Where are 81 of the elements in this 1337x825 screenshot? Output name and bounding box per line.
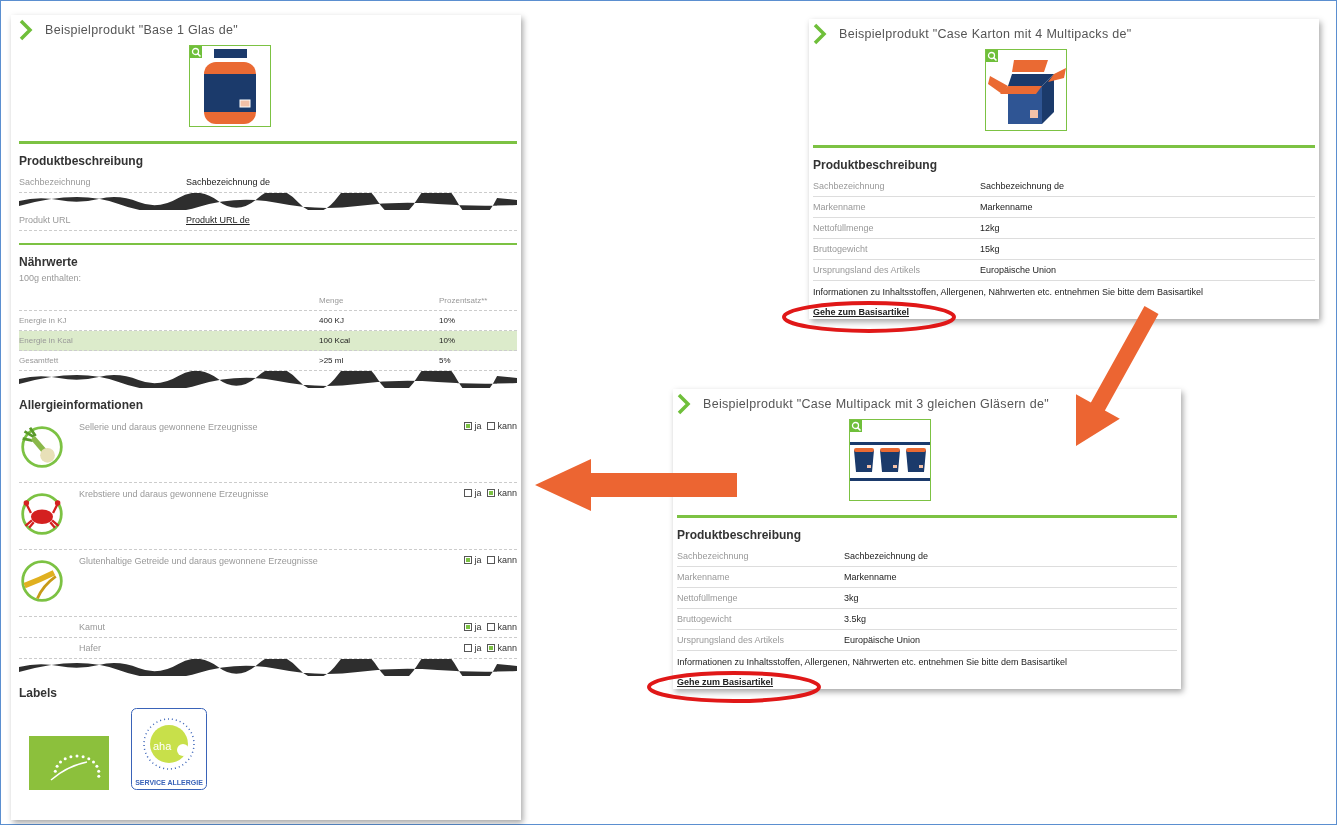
- table-cell-text: Energie in Kcal: [19, 336, 74, 345]
- allergen-label: Sellerie und daraus gewonnene Erzeugnisse: [79, 421, 259, 434]
- checkbox[interactable]: [487, 556, 496, 564]
- checkbox-label: kann: [497, 555, 517, 565]
- checkbox[interactable]: [464, 422, 473, 430]
- table-cell-text: >25 ml: [319, 356, 345, 365]
- field-value: Markenname: [844, 572, 898, 582]
- checkbox-label: ja: [474, 488, 482, 498]
- chevron-icon: [677, 393, 691, 415]
- checkbox[interactable]: [487, 422, 496, 430]
- nutrition-note: 100g enthalten:: [19, 273, 83, 283]
- allergen-label: Kamut: [79, 622, 106, 632]
- table-cell-text: 10%: [439, 336, 456, 345]
- checkbox-label: ja: [474, 622, 482, 632]
- allergen-label: Glutenhaltige Getreide und daraus gewonnene Erzeugnisse: [79, 555, 319, 568]
- column-header: Prozentsatz**: [439, 296, 489, 305]
- field-label: Sachbezeichnung: [19, 177, 92, 187]
- field-value: Sachbezeichnung de: [186, 177, 272, 187]
- field-value: Sachbezeichnung de: [844, 551, 930, 561]
- section-heading: Produktbeschreibung: [677, 528, 802, 542]
- table-cell-text: 100 Kcal: [319, 336, 352, 345]
- base-article-link[interactable]: Gehe zum Basisartikel: [813, 307, 910, 317]
- checkbox-label: kann: [497, 643, 517, 653]
- info-text: Informationen zu Inhaltsstoffen, Allergenen, Nährwerten etc. entnehmen Sie bitte dem Basisartikel: [813, 287, 1205, 297]
- field-value: Markenname: [980, 202, 1034, 212]
- product-title: Beispielprodukt "Case Multipack mit 3 gleichen Gläsern de": [703, 397, 1049, 411]
- checkbox[interactable]: [487, 623, 496, 631]
- field-value: 3kg: [844, 593, 860, 603]
- wheat-icon: [19, 558, 65, 604]
- field-label: Markenname: [677, 572, 731, 582]
- field-label: Sachbezeichnung: [677, 551, 750, 561]
- chevron-icon: [813, 23, 827, 45]
- logo-text: aha: [153, 740, 172, 752]
- table-cell-text: 5%: [439, 356, 452, 365]
- field-label: Ursprungsland des Artikels: [813, 265, 922, 275]
- chevron-icon: [19, 19, 33, 41]
- checkbox[interactable]: [464, 623, 473, 631]
- field-value: Sachbezeichnung de: [980, 181, 1066, 191]
- checkbox[interactable]: [464, 556, 473, 564]
- column-header: Menge: [319, 296, 345, 305]
- section-heading: Produktbeschreibung: [813, 158, 938, 172]
- checkbox-label: ja: [474, 421, 482, 431]
- field-label: Bruttogewicht: [813, 244, 869, 254]
- url-link[interactable]: Produkt URL de: [186, 215, 517, 225]
- checkbox-label: kann: [497, 421, 517, 431]
- table-cell-text: 400 KJ: [319, 316, 345, 325]
- field-value: 15kg: [980, 244, 1001, 254]
- section-heading: Produktbeschreibung: [19, 154, 144, 168]
- field-label: Markenname: [813, 202, 867, 212]
- table-cell-text: Gesamtfett: [19, 356, 60, 365]
- celery-icon: [19, 424, 65, 470]
- checkbox[interactable]: [487, 489, 496, 497]
- section-heading: Allergieinformationen: [19, 398, 144, 412]
- product-title: Beispielprodukt "Case Karton mit 4 Multipacks de": [839, 27, 1132, 41]
- checkbox[interactable]: [464, 489, 473, 497]
- table-cell-text: Energie in KJ: [19, 316, 68, 325]
- field-label: Produkt URL: [19, 215, 72, 225]
- field-value: 12kg: [980, 223, 1001, 233]
- checkbox[interactable]: [464, 644, 473, 652]
- field-value: 3.5kg: [844, 614, 868, 624]
- field-label: Nettofüllmenge: [813, 223, 875, 233]
- checkbox-label: ja: [474, 555, 482, 565]
- field-value: Europäische Union: [980, 265, 1058, 275]
- section-heading: Nährwerte: [19, 255, 79, 269]
- allergen-label: Hafer: [79, 643, 102, 653]
- base-article-link[interactable]: Gehe zum Basisartikel: [677, 677, 774, 687]
- checkbox-label: kann: [497, 488, 517, 498]
- info-text: Informationen zu Inhaltsstoffen, Allergenen, Nährwerten etc. entnehmen Sie bitte dem Basisartikel: [677, 657, 1069, 667]
- field-label: Sachbezeichnung: [813, 181, 886, 191]
- field-value: Europäische Union: [844, 635, 922, 645]
- checkbox[interactable]: [487, 644, 496, 652]
- allergen-label: Krebstiere und daraus gewonnene Erzeugnisse: [79, 488, 270, 501]
- section-heading: Labels: [19, 686, 58, 700]
- field-label: Ursprungsland des Artikels: [677, 635, 786, 645]
- product-title: Beispielprodukt "Base 1 Glas de": [45, 23, 238, 37]
- field-label: Nettofüllmenge: [677, 593, 739, 603]
- checkbox-label: kann: [497, 622, 517, 632]
- crab-icon: [19, 491, 65, 537]
- checkbox-label: ja: [474, 643, 482, 653]
- field-label: Bruttogewicht: [677, 614, 733, 624]
- table-cell-text: 10%: [439, 316, 456, 325]
